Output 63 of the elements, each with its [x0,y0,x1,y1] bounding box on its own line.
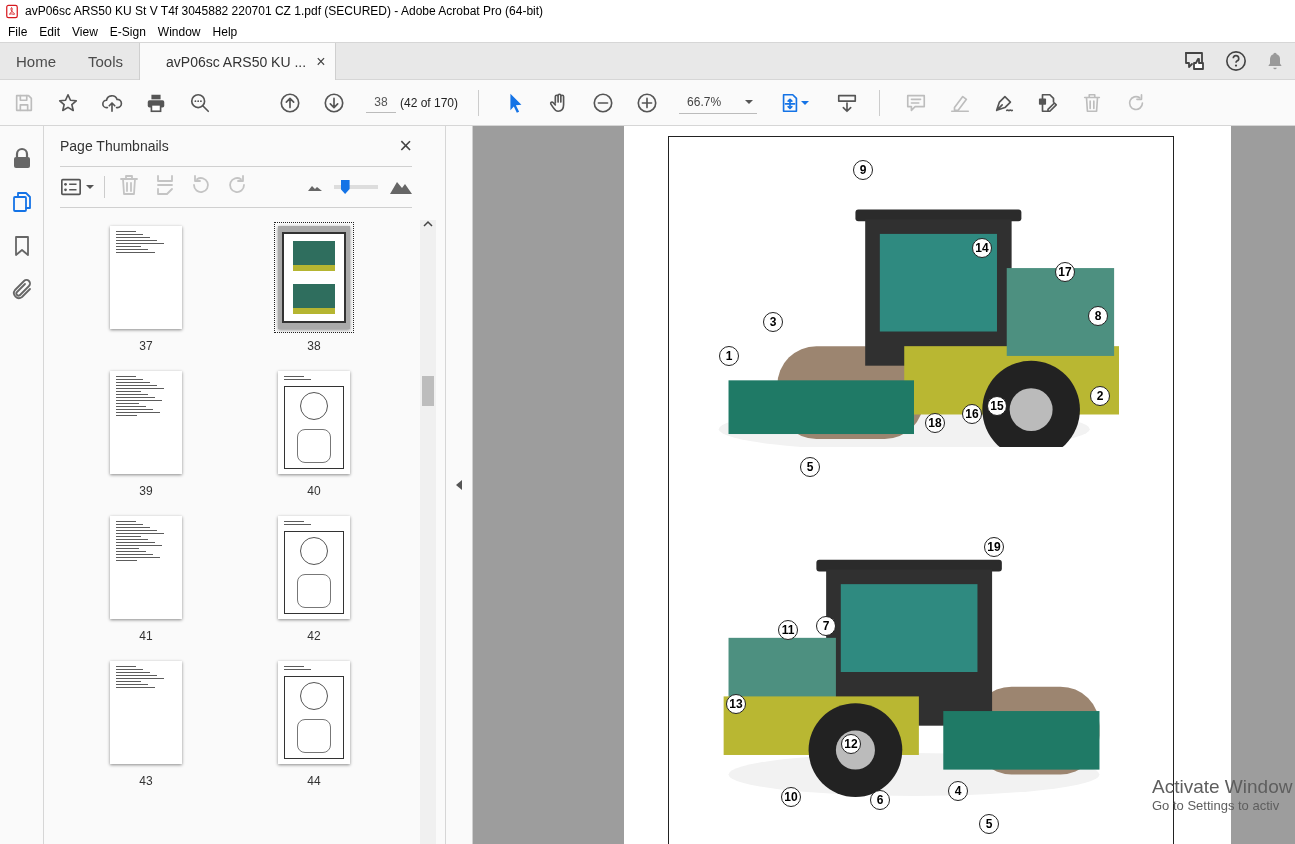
caret-icon [86,185,94,189]
zoom-out-icon[interactable] [592,91,615,114]
page-thumbnail[interactable] [110,661,182,764]
callout-number: 3 [763,312,783,332]
page-number-label: 40 [307,484,321,498]
callout-number: 9 [853,160,873,180]
callout-number: 7 [816,616,836,636]
arrow-down-circle-icon[interactable] [323,91,345,114]
menu-item[interactable]: File [2,25,34,39]
page-thumbnail[interactable] [110,371,182,474]
menu-item[interactable]: Window [151,25,207,39]
scrollbar[interactable] [420,220,436,844]
large-mountain-icon [390,180,412,194]
share-feedback-icon[interactable] [1183,49,1207,73]
collapse-panel-icon[interactable] [456,480,462,490]
caret-icon [745,100,754,104]
callout-number: 5 [800,457,820,477]
zoom-in-icon[interactable] [636,91,659,114]
pdf-app-icon [5,3,19,19]
close-tab-button[interactable]: × [316,52,326,71]
scrollbar-thumb[interactable] [422,376,434,406]
star-icon[interactable] [57,91,79,114]
caret-icon [801,100,810,105]
page-number-label: 44 [307,774,321,788]
callout-number: 19 [984,537,1004,557]
options-list-icon[interactable] [60,176,82,198]
search-icon[interactable] [189,91,211,114]
panel-title: Page Thumbnails [60,138,169,154]
page-number-label: 43 [139,774,153,788]
close-panel-button[interactable]: × [399,135,412,157]
page-thumbnail[interactable] [110,226,182,329]
arrow-up-circle-icon[interactable] [279,91,301,114]
page-number-label: 39 [139,484,153,498]
document-tab[interactable]: avP06sc ARS50 KU ... × [139,43,337,80]
page-number-field[interactable]: 38 [366,92,396,113]
page-number-label: 41 [139,629,153,643]
window-title: avP06sc ARS50 KU St V T4f 3045882 220701 CZ 1.pdf (SECURED) - Adobe Acrobat Pro (64-bit) [25,4,544,18]
zoom-dropdown[interactable]: 66.7% [679,91,758,114]
nav-tab[interactable]: Home [0,43,72,79]
page-thumbnail[interactable] [278,226,350,329]
small-mountain-icon [308,183,322,191]
callout-number: 17 [1055,262,1075,282]
menu-item[interactable]: Edit [33,25,67,39]
page-number-label: 37 [139,339,153,353]
scroll-up-icon [423,220,433,228]
callout-number: 5 [979,814,999,834]
page-thumbnail[interactable] [278,516,350,619]
document-edit-icon[interactable] [1037,91,1060,114]
callout-number: 1 [719,346,739,366]
help-icon[interactable] [1225,50,1247,72]
menu-item[interactable]: E-Sign [103,25,152,39]
page-count: (42 of 170) [400,95,459,110]
callout-number: 6 [870,790,890,810]
page-number-label: 42 [307,629,321,643]
page-thumbnail[interactable] [278,371,350,474]
page-number-label: 38 [307,339,321,353]
page-thumbnail[interactable] [278,661,350,764]
page-thumbnail[interactable] [110,516,182,619]
menu-item[interactable]: View [66,25,104,39]
callout-number: 11 [778,620,798,640]
callout-number: 10 [781,787,801,807]
nav-tab[interactable]: Tools [72,43,140,79]
menu-item[interactable]: Help [206,25,244,39]
